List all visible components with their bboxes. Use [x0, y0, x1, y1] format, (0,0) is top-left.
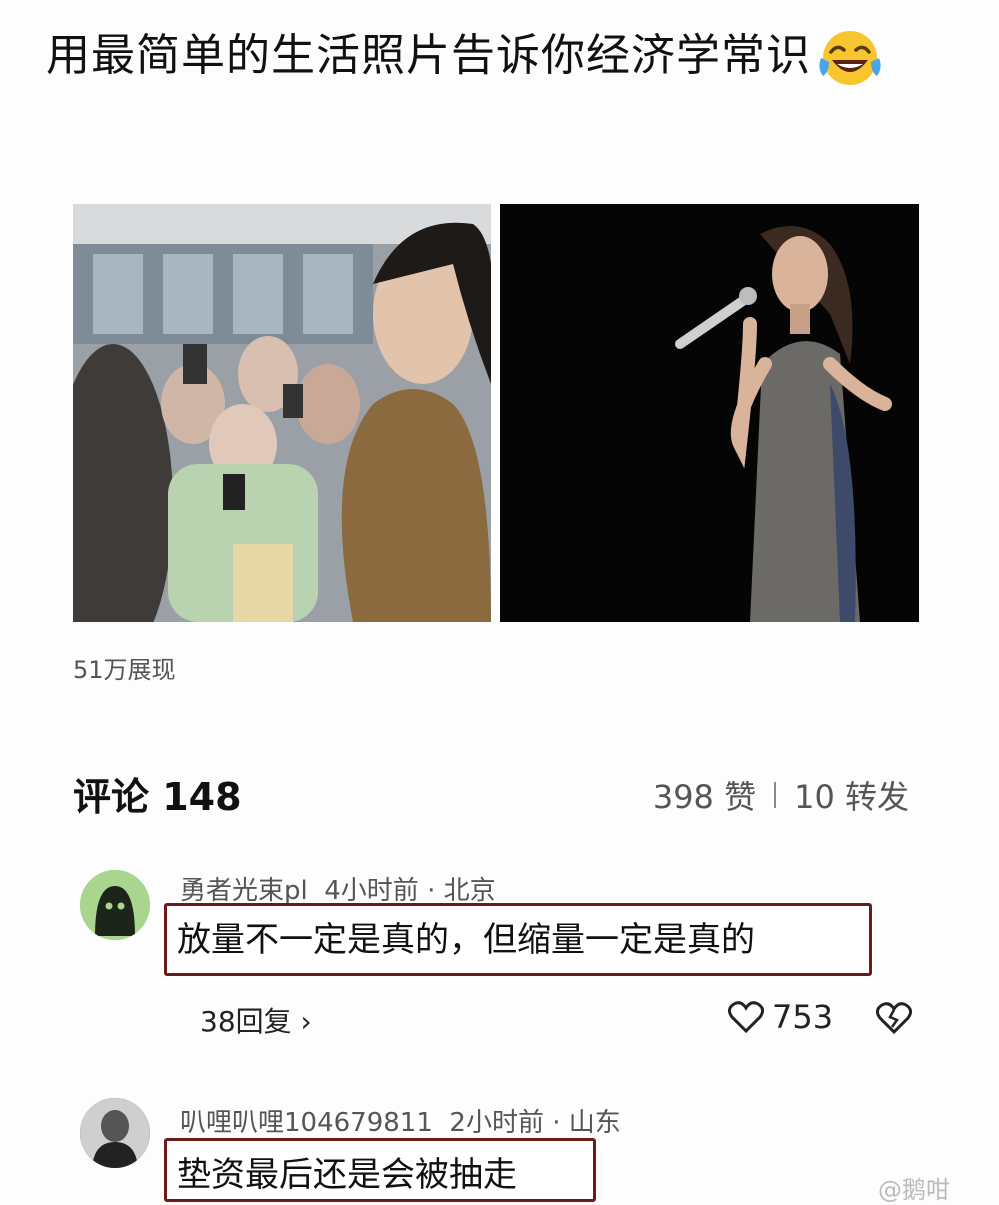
- comment-location: 山东: [568, 1108, 621, 1138]
- photo-crowd-filming-image: [73, 204, 491, 622]
- avatar[interactable]: [80, 870, 150, 940]
- like-count: 753: [772, 998, 834, 1036]
- post-title-text: 用最简单的生活照片告诉你经济学常识: [46, 30, 811, 81]
- comment-username[interactable]: 叭哩叭哩104679811: [180, 1108, 433, 1138]
- comments-count-header: 评论 148: [73, 775, 242, 819]
- replies-count: 38回复: [200, 1005, 292, 1038]
- heart-outline-icon: [728, 1001, 764, 1033]
- likes-count[interactable]: 398 赞: [653, 772, 756, 818]
- comment-meta: 勇者光束pl 4小时前 · 北京: [180, 876, 496, 906]
- post-stats: 398 赞 10 转发: [653, 772, 909, 818]
- avatar[interactable]: [80, 1098, 150, 1168]
- photo-singer-on-stage[interactable]: [500, 204, 919, 622]
- photo-crowd-filming[interactable]: [73, 204, 491, 622]
- dislike-button[interactable]: [875, 1002, 913, 1038]
- chevron-right-icon: ›: [300, 1005, 312, 1038]
- comment-time: 2小时前: [449, 1108, 544, 1138]
- like-button[interactable]: 753: [728, 998, 833, 1036]
- photo-singer-on-stage-image: [500, 204, 919, 622]
- stats-divider: [774, 782, 777, 808]
- watermark: @鹅咁: [878, 1176, 950, 1204]
- comment-text: 垫资最后还是会被抽走: [164, 1138, 596, 1202]
- post-title: 用最简单的生活照片告诉你经济学常识: [46, 24, 936, 88]
- ghost-avatar-icon: [80, 870, 150, 940]
- comment-username[interactable]: 勇者光束pl: [180, 876, 308, 906]
- comment-location: 北京: [443, 876, 496, 906]
- broken-heart-icon: [875, 1002, 913, 1035]
- user-photo-avatar-icon: [80, 1098, 150, 1168]
- comment-text: 放量不一定是真的，但缩量一定是真的: [164, 903, 872, 976]
- replies-link[interactable]: 38回复 ›: [200, 1000, 312, 1040]
- comment-meta: 叭哩叭哩104679811 2小时前 · 山东: [180, 1108, 621, 1138]
- views-count: 51万展现: [73, 656, 176, 684]
- laughing-with-tears-icon: [819, 31, 881, 85]
- comment-time: 4小时前: [324, 876, 419, 906]
- shares-count[interactable]: 10 转发: [794, 772, 909, 818]
